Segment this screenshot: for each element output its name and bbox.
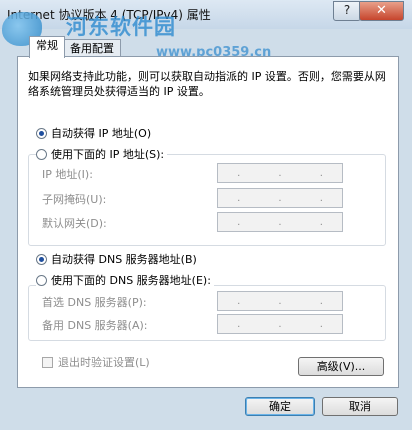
- ip-address-field[interactable]: ...: [217, 163, 343, 183]
- manual-dns-label: 使用下面的 DNS 服务器地址(E):: [51, 274, 211, 287]
- description-text: 如果网络支持此功能，则可以获取自动指派的 IP 设置。否则，您需要从网络系统管理…: [28, 70, 386, 98]
- manual-ip-label: 使用下面的 IP 地址(S):: [51, 148, 165, 161]
- ip-address-row: IP 地址(I): ...: [42, 163, 343, 183]
- alternate-dns-field[interactable]: ...: [217, 314, 343, 334]
- default-gateway-row: 默认网关(D): ...: [42, 212, 343, 232]
- default-gateway-label: 默认网关(D):: [42, 217, 107, 230]
- preferred-dns-row: 首选 DNS 服务器(P): ...: [42, 291, 343, 311]
- validate-on-exit-checkbox[interactable]: 退出时验证设置(L): [42, 354, 150, 370]
- tab-alternate-config[interactable]: 备用配置: [63, 39, 121, 57]
- preferred-dns-label: 首选 DNS 服务器(P):: [42, 296, 147, 309]
- preferred-dns-field[interactable]: ...: [217, 291, 343, 311]
- ip-address-label: IP 地址(I):: [42, 168, 93, 181]
- manual-dns-radio[interactable]: 使用下面的 DNS 服务器地址(E):: [36, 272, 214, 288]
- title-bar: Internet 协议版本 4 (TCP/IPv4) 属性 ? ✕: [0, 0, 412, 29]
- auto-ip-radio[interactable]: 自动获得 IP 地址(O): [36, 125, 155, 141]
- radio-unselected-icon: [36, 148, 47, 160]
- auto-dns-label: 自动获得 DNS 服务器地址(B): [51, 253, 197, 266]
- advanced-button[interactable]: 高级(V)...: [298, 357, 384, 376]
- tab-general[interactable]: 常规: [29, 36, 65, 58]
- radio-selected-icon: [36, 127, 47, 139]
- general-panel: 如果网络支持此功能，则可以获取自动指派的 IP 设置。否则，您需要从网络系统管理…: [17, 56, 399, 388]
- radio-selected-icon: [36, 253, 47, 265]
- alternate-dns-label: 备用 DNS 服务器(A):: [42, 319, 148, 332]
- auto-ip-label: 自动获得 IP 地址(O): [51, 127, 152, 140]
- validate-on-exit-label: 退出时验证设置(L): [58, 356, 150, 369]
- tab-strip: 常规 备用配置: [0, 29, 412, 58]
- close-button[interactable]: ✕: [359, 1, 404, 21]
- default-gateway-field[interactable]: ...: [217, 212, 343, 232]
- checkbox-unchecked-icon: [42, 356, 53, 368]
- subnet-mask-label: 子网掩码(U):: [42, 193, 107, 206]
- manual-ip-radio[interactable]: 使用下面的 IP 地址(S):: [36, 146, 168, 162]
- auto-dns-radio[interactable]: 自动获得 DNS 服务器地址(B): [36, 251, 200, 267]
- alternate-dns-row: 备用 DNS 服务器(A): ...: [42, 314, 343, 334]
- subnet-mask-row: 子网掩码(U): ...: [42, 188, 343, 208]
- help-button[interactable]: ?: [333, 1, 361, 21]
- ok-button[interactable]: 确定: [245, 397, 315, 416]
- cancel-button[interactable]: 取消: [322, 397, 398, 416]
- radio-unselected-icon: [36, 274, 47, 286]
- subnet-mask-field[interactable]: ...: [217, 188, 343, 208]
